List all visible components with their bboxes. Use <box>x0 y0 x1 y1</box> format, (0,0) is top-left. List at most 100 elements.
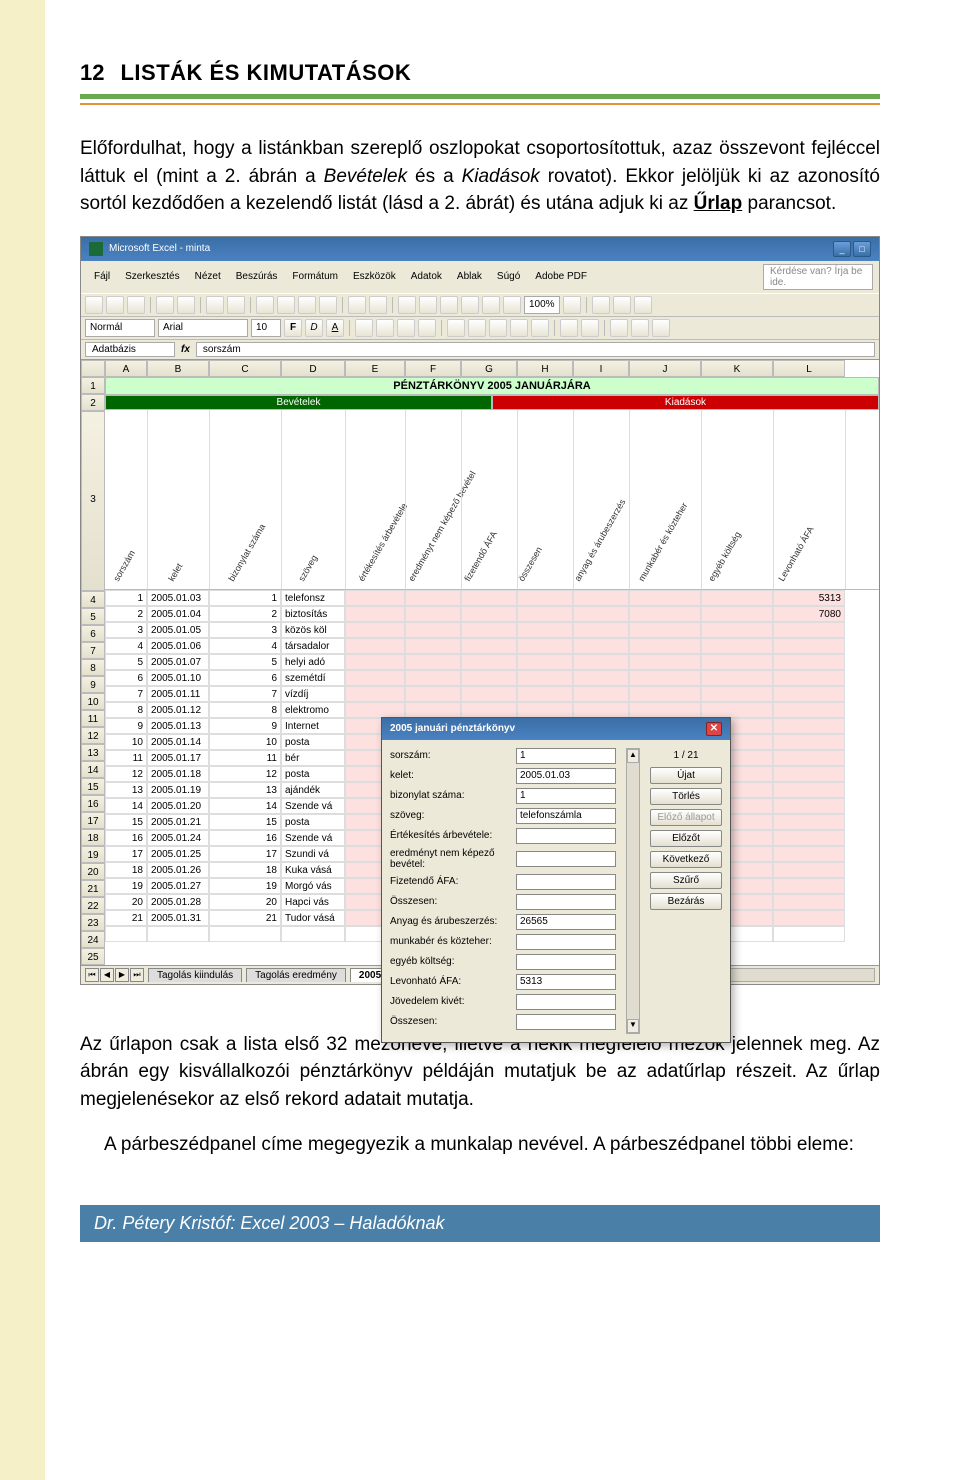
cell[interactable] <box>573 606 629 622</box>
zoom-combo[interactable]: 100% <box>524 296 560 314</box>
cell[interactable] <box>517 686 573 702</box>
cell[interactable]: Internet <box>281 718 345 734</box>
cell[interactable]: 4 <box>209 638 281 654</box>
cell[interactable]: 6 <box>209 670 281 686</box>
table-row[interactable]: 72005.01.117vízdíj <box>105 686 879 702</box>
cell[interactable]: 20 <box>209 894 281 910</box>
cell[interactable] <box>209 926 281 942</box>
row-header[interactable]: 4 <box>81 591 105 608</box>
close-icon[interactable]: ✕ <box>706 722 722 736</box>
cell[interactable] <box>461 654 517 670</box>
cell[interactable]: társadalor <box>281 638 345 654</box>
field-input[interactable] <box>516 851 616 867</box>
row-header[interactable]: 23 <box>81 914 105 931</box>
cell[interactable] <box>773 782 845 798</box>
inc-decimal-icon[interactable] <box>510 319 528 337</box>
cell[interactable] <box>773 862 845 878</box>
cell[interactable] <box>629 702 701 718</box>
cell[interactable] <box>773 750 845 766</box>
cell[interactable] <box>405 670 461 686</box>
cell[interactable] <box>773 686 845 702</box>
row-header[interactable]: 16 <box>81 795 105 812</box>
cell[interactable] <box>345 654 405 670</box>
cell[interactable]: 2 <box>105 606 147 622</box>
cell[interactable]: 2005.01.18 <box>147 766 209 782</box>
pdf-mail-icon[interactable] <box>613 296 631 314</box>
cell[interactable] <box>405 622 461 638</box>
cell[interactable]: 12 <box>209 766 281 782</box>
cell[interactable] <box>517 654 573 670</box>
row-header[interactable]: 13 <box>81 744 105 761</box>
ask-question-box[interactable]: Kérdése van? Írja be ide. <box>763 264 873 290</box>
table-row[interactable]: 22005.01.042biztosítás7080 <box>105 606 879 622</box>
bold-icon[interactable]: F <box>284 319 302 337</box>
field-input[interactable]: 26565 <box>516 914 616 930</box>
col-header[interactable]: E <box>345 360 405 377</box>
cell[interactable] <box>517 606 573 622</box>
cell[interactable]: 11 <box>209 750 281 766</box>
cell[interactable]: 2005.01.10 <box>147 670 209 686</box>
field-input[interactable]: 2005.01.03 <box>516 768 616 784</box>
field-input[interactable] <box>516 934 616 950</box>
field-input[interactable]: telefonszámla <box>516 808 616 824</box>
cell[interactable]: szemétdí <box>281 670 345 686</box>
cell[interactable]: 18 <box>105 862 147 878</box>
spelling-icon[interactable] <box>206 296 224 314</box>
maximize-button[interactable]: □ <box>853 241 871 257</box>
cell[interactable]: 1 <box>105 590 147 606</box>
row-header[interactable]: 11 <box>81 710 105 727</box>
tab-first-icon[interactable]: ⏮ <box>85 968 99 982</box>
hyperlink-icon[interactable] <box>398 296 416 314</box>
cell[interactable]: 6 <box>105 670 147 686</box>
cell[interactable]: posta <box>281 814 345 830</box>
cell[interactable]: 15 <box>105 814 147 830</box>
cell[interactable] <box>629 686 701 702</box>
cell[interactable]: 5313 <box>773 590 845 606</box>
cell[interactable] <box>701 606 773 622</box>
cell[interactable] <box>461 606 517 622</box>
menu-item[interactable]: Beszúrás <box>229 269 285 284</box>
cell[interactable] <box>345 702 405 718</box>
cell[interactable]: 10 <box>105 734 147 750</box>
cell[interactable]: 3 <box>209 622 281 638</box>
redo-icon[interactable] <box>369 296 387 314</box>
cell[interactable]: 9 <box>209 718 281 734</box>
cell[interactable]: 2005.01.14 <box>147 734 209 750</box>
cell[interactable] <box>701 638 773 654</box>
cell[interactable]: ajándék <box>281 782 345 798</box>
col-header[interactable]: I <box>573 360 629 377</box>
cell[interactable]: posta <box>281 734 345 750</box>
row-header[interactable]: 21 <box>81 880 105 897</box>
table-row[interactable]: 62005.01.106szemétdí <box>105 670 879 686</box>
cell[interactable] <box>517 638 573 654</box>
cell[interactable]: 2005.01.13 <box>147 718 209 734</box>
cell[interactable]: 16 <box>105 830 147 846</box>
row-header[interactable]: 18 <box>81 829 105 846</box>
cell[interactable] <box>573 702 629 718</box>
cell[interactable] <box>701 670 773 686</box>
cell[interactable] <box>573 686 629 702</box>
cell[interactable]: vízdíj <box>281 686 345 702</box>
cell[interactable] <box>517 670 573 686</box>
row-header[interactable]: 17 <box>81 812 105 829</box>
cell[interactable]: 7 <box>105 686 147 702</box>
cell[interactable] <box>281 926 345 942</box>
col-header[interactable]: F <box>405 360 461 377</box>
autosum-icon[interactable] <box>419 296 437 314</box>
menu-item[interactable]: Formátum <box>285 269 345 284</box>
cell[interactable] <box>405 686 461 702</box>
borders-icon[interactable] <box>610 319 628 337</box>
paste-icon[interactable] <box>298 296 316 314</box>
cell[interactable] <box>405 606 461 622</box>
pdf-icon[interactable] <box>592 296 610 314</box>
dialog-scrollbar[interactable]: ▲▼ <box>626 748 640 1034</box>
col-header[interactable]: L <box>773 360 845 377</box>
cell[interactable] <box>517 590 573 606</box>
cell[interactable]: 19 <box>209 878 281 894</box>
cell[interactable] <box>773 670 845 686</box>
cell[interactable] <box>461 670 517 686</box>
row-header[interactable]: 15 <box>81 778 105 795</box>
cell[interactable] <box>573 622 629 638</box>
inc-indent-icon[interactable] <box>581 319 599 337</box>
row-header[interactable]: 7 <box>81 642 105 659</box>
